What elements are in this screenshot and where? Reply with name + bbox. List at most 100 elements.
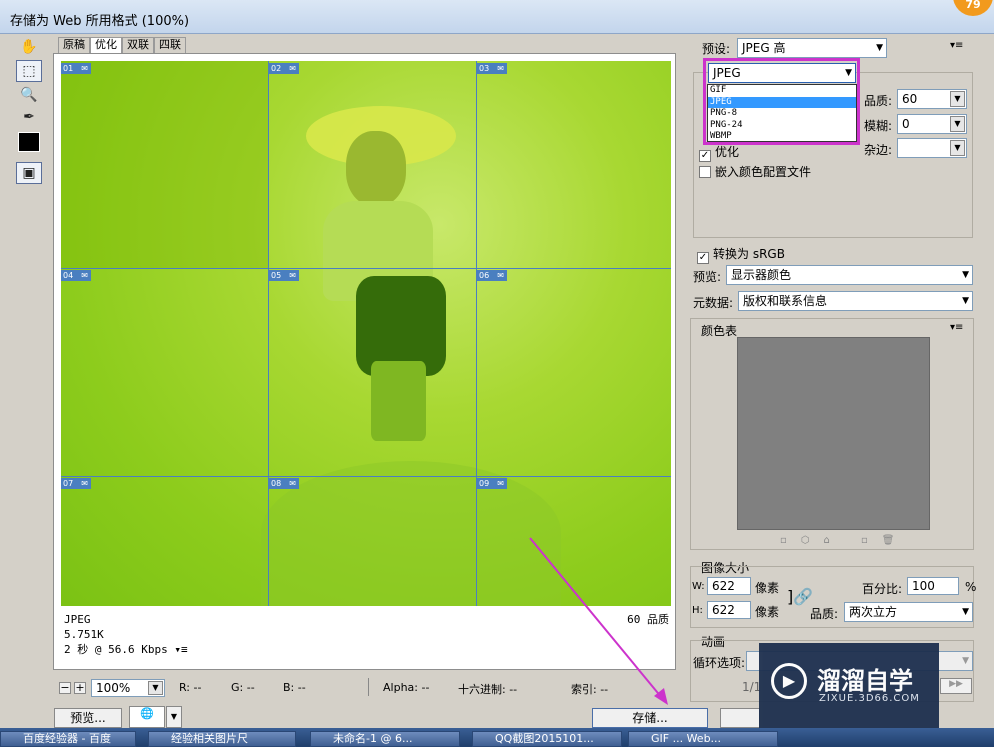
format-option[interactable]: PNG-24 [708, 120, 856, 132]
height-label: H: [692, 605, 703, 616]
slice-label[interactable]: 02 [269, 63, 299, 74]
format-option[interactable]: WBMP [708, 131, 856, 143]
slice-label[interactable]: 01 [61, 63, 91, 74]
format-option[interactable]: GIF [708, 85, 856, 97]
title-bar: 存储为 Web 所用格式 (100%) [0, 0, 994, 34]
watermark-logo: ▶ 溜溜自学 ZIXUE.3D66.COM [759, 643, 939, 728]
hand-tool-icon[interactable]: ✋ [16, 36, 42, 58]
percent-label: 百分比: [862, 582, 903, 596]
taskbar-item[interactable]: 百度经验器 - 百度 [0, 731, 136, 747]
zoom-tool-icon[interactable]: 🔍 [16, 84, 42, 106]
zoom-out-icon[interactable]: − [59, 682, 71, 694]
readout-alpha: Alpha: -- [383, 681, 430, 694]
water-splash-shape [261, 461, 561, 606]
readout-g: G: -- [231, 681, 255, 694]
quality-input[interactable]: 60 ▼ [897, 89, 967, 109]
loop-options-label: 循环选项: [693, 656, 746, 670]
slice-divider [476, 61, 477, 606]
last-frame-icon[interactable]: ▶▶ [940, 678, 972, 694]
slice-divider [61, 268, 671, 269]
link-constrain-icon[interactable]: ]🔗 [787, 587, 813, 606]
optimize-checkbox-row[interactable]: ✓ 优化 [699, 143, 739, 162]
height-input[interactable]: 622 [707, 601, 751, 619]
quality-label: 品质: [864, 94, 893, 108]
slice-01-overlay [61, 61, 268, 268]
matte-label: 杂边: [864, 143, 893, 157]
preset-label: 预设: [702, 42, 731, 56]
preset-menu-icon[interactable]: ▾≡ [950, 40, 963, 51]
tab-2up[interactable]: 双联 [122, 37, 154, 53]
format-options-list[interactable]: GIF JPEG PNG-8 PNG-24 WBMP [707, 84, 857, 142]
watermark-brand: 溜溜自学 [817, 667, 913, 695]
annotation-arrow [529, 537, 668, 705]
browser-icon[interactable]: 🌐 [129, 706, 165, 728]
resample-quality-select[interactable]: 两次立方 ▼ [844, 602, 973, 622]
slice-label[interactable]: 03 [477, 63, 507, 74]
preview-mode-label: 预览: [693, 270, 722, 284]
slice-divider [268, 61, 269, 606]
slice-label[interactable]: 04 [61, 270, 91, 281]
readout-r: R: -- [179, 681, 202, 694]
blur-label: 模糊: [864, 119, 893, 133]
taskbar-item[interactable]: GIF ... Web... [628, 731, 778, 747]
tab-original[interactable]: 原稿 [58, 37, 90, 53]
window-title: 存储为 Web 所用格式 (100%) [10, 14, 190, 29]
readout-b: B: -- [283, 681, 306, 694]
slice-select-tool-icon[interactable]: ⬚ [16, 60, 42, 82]
preview-button[interactable]: 预览... [54, 708, 122, 728]
metadata-label: 元数据: [693, 296, 734, 310]
readout-hex: 十六进制: -- [458, 683, 518, 696]
width-label: W: [692, 581, 705, 592]
percent-input[interactable]: 100 [907, 577, 959, 595]
watermark-url: ZIXUE.3D66.COM [819, 693, 920, 704]
color-table-swatch-area[interactable] [737, 337, 930, 530]
info-time: 2 秒 @ 56.6 Kbps [64, 643, 168, 656]
matte-select[interactable]: ▼ [897, 138, 967, 158]
embed-profile-checkbox-row[interactable]: 嵌入颜色配置文件 [699, 163, 811, 180]
tab-optimized[interactable]: 优化 [90, 37, 122, 53]
slice-label[interactable]: 07 [61, 478, 91, 489]
convert-srgb-checkbox-row[interactable]: ✓ 转换为 sRGB [697, 245, 785, 264]
embed-profile-checkbox[interactable] [699, 166, 711, 178]
eyedropper-color-swatch[interactable] [18, 132, 40, 152]
width-input[interactable]: 622 [707, 577, 751, 595]
percent-unit: % [965, 580, 977, 594]
optimized-image-preview[interactable]: 01 02 03 04 05 06 07 08 09 [61, 61, 671, 606]
width-unit: 像素 [755, 581, 780, 595]
browser-menu-arrow-icon[interactable]: ▼ [166, 706, 182, 728]
eyedropper-tool-icon[interactable]: ✒ [16, 106, 42, 128]
legs-shape [371, 361, 426, 441]
toggle-slices-icon[interactable]: ▣ [16, 162, 42, 184]
cancel-button[interactable] [720, 708, 760, 728]
format-select[interactable]: JPEG ▼ [708, 63, 856, 83]
taskbar-item[interactable]: 未命名-1 @ 6... [310, 731, 460, 747]
metadata-select[interactable]: 版权和联系信息 ▼ [738, 291, 973, 311]
info-menu-icon[interactable]: ▾≡ [174, 643, 187, 656]
taskbar: 百度经验器 - 百度 经验相关图片尺 未命名-1 @ 6... QQ截图2015… [0, 728, 994, 747]
slice-divider [61, 476, 671, 477]
slice-label[interactable]: 08 [269, 478, 299, 489]
view-tabs: 原稿 优化 双联 四联 [58, 37, 186, 53]
toolbox: ✋ ⬚ 🔍 ✒ ▣ [14, 36, 46, 196]
zoom-level-select[interactable]: 100% ▼ [91, 679, 165, 697]
slice-label[interactable]: 06 [477, 270, 507, 281]
status-divider [368, 678, 369, 696]
zoom-in-icon[interactable]: + [74, 682, 86, 694]
preview-mode-select[interactable]: 显示器颜色 ▼ [726, 265, 973, 285]
tab-4up[interactable]: 四联 [154, 37, 186, 53]
taskbar-item[interactable]: QQ截图2015101... [472, 731, 622, 747]
format-option[interactable]: PNG-8 [708, 108, 856, 120]
slice-label[interactable]: 09 [477, 478, 507, 489]
optimize-checkbox[interactable]: ✓ [699, 150, 711, 162]
blur-input[interactable]: 0 ▼ [897, 114, 967, 134]
face-shape [346, 131, 406, 206]
format-option-selected[interactable]: JPEG [708, 96, 856, 108]
convert-srgb-checkbox[interactable]: ✓ [697, 252, 709, 264]
preset-select[interactable]: JPEG 高 ▼ [737, 38, 887, 58]
height-unit: 像素 [755, 605, 780, 619]
color-table-tool-icons[interactable]: ▫⬡⌂ ▫🗑 [780, 535, 909, 546]
slice-label[interactable]: 05 [269, 270, 299, 281]
save-button[interactable]: 存储... [592, 708, 708, 728]
resample-quality-label: 品质: [810, 607, 839, 621]
taskbar-item[interactable]: 经验相关图片尺 [148, 731, 296, 747]
